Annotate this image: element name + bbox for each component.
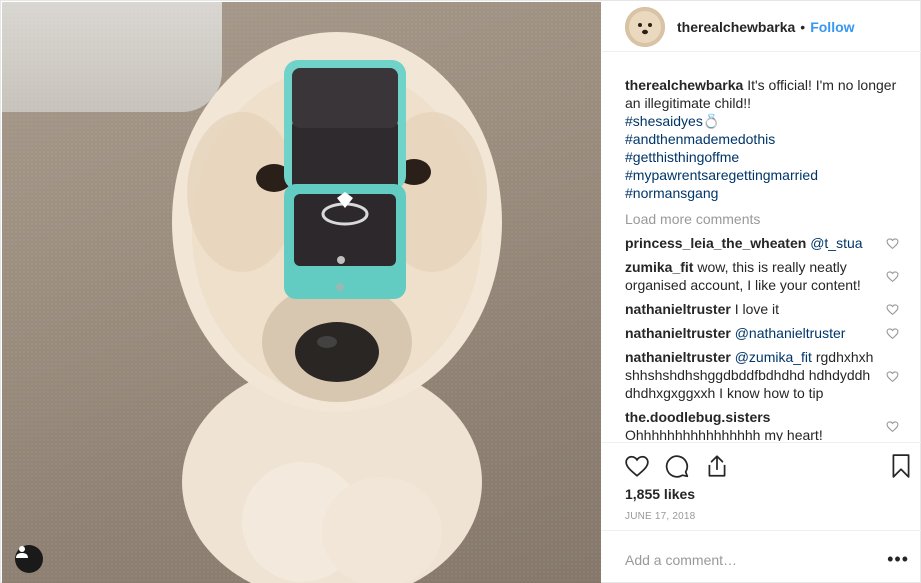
load-more-comments-button[interactable]: Load more comments <box>625 210 905 228</box>
post-date[interactable]: June 17, 2018 <box>625 511 695 522</box>
hashtag[interactable]: #andthenmademedothis <box>625 131 775 147</box>
comment-like-heart-icon[interactable] <box>886 270 899 283</box>
avatar[interactable] <box>625 6 665 47</box>
comment-like-heart-icon[interactable] <box>886 303 899 316</box>
comment-mention[interactable]: @t_stua <box>810 235 862 251</box>
post-author-username[interactable]: therealchewbarka <box>677 19 795 35</box>
comment-username[interactable]: princess_leia_the_wheaten <box>625 235 806 251</box>
add-comment-input[interactable]: Add a comment… <box>625 552 737 568</box>
comment-row: nathanieltruster @zumika_fit rgdhxhxhshh… <box>625 348 905 402</box>
add-comment-section: Add a comment… ••• <box>602 530 921 583</box>
comment-username[interactable]: nathanieltruster <box>625 325 731 341</box>
hashtag[interactable]: #mypawrentsaregettingmarried <box>625 166 905 184</box>
tagged-users-button[interactable] <box>15 545 43 573</box>
comment-like-heart-icon[interactable] <box>886 327 899 340</box>
avatar-dog-icon <box>625 6 665 47</box>
comment-icon[interactable] <box>664 453 690 479</box>
comment-username[interactable]: nathanieltruster <box>625 349 731 365</box>
comment-row: nathanieltruster I love it <box>625 300 905 318</box>
comment-text: I love it <box>734 301 780 317</box>
user-icon <box>16 546 28 558</box>
comments-list[interactable]: therealchewbarka It's official! I'm no l… <box>625 76 905 441</box>
follow-button[interactable]: Follow <box>810 19 854 35</box>
comment-like-heart-icon[interactable] <box>886 237 899 250</box>
bookmark-icon[interactable] <box>888 453 914 479</box>
dog-with-ring-box-illustration <box>172 32 502 583</box>
comment-text: Ohhhhhhhhhhhhhhhh my heart! <box>625 427 823 441</box>
likes-count[interactable]: 1,855 likes <box>625 486 695 502</box>
comment-mention[interactable]: @nathanieltruster <box>735 325 846 341</box>
more-options-button[interactable]: ••• <box>887 549 909 570</box>
hashtag[interactable]: #shesaidyes💍 <box>625 112 905 130</box>
instagram-post: therealchewbarka • Follow therealchewbar… <box>0 0 921 583</box>
share-icon[interactable] <box>704 453 730 479</box>
heart-icon[interactable] <box>624 453 650 479</box>
comment-like-heart-icon[interactable] <box>886 420 899 433</box>
comment-like-heart-icon[interactable] <box>886 370 899 383</box>
post-photo[interactable] <box>2 2 601 583</box>
comment-row: nathanieltruster @nathanieltruster <box>625 324 905 342</box>
post-sidebar: therealchewbarka • Follow therealchewbar… <box>602 2 921 583</box>
comment-row: princess_leia_the_wheaten @t_stua <box>625 234 905 252</box>
separator-dot: • <box>800 18 806 35</box>
comment-mention[interactable]: @zumika_fit <box>735 349 812 365</box>
hashtag[interactable]: #getthisthingoffme <box>625 148 905 166</box>
comment-username[interactable]: the.doodlebug.sisters <box>625 409 770 425</box>
comment-row: the.doodlebug.sisters Ohhhhhhhhhhhhhhhh … <box>625 408 905 441</box>
caption-username[interactable]: therealchewbarka <box>625 77 743 93</box>
comment-username[interactable]: nathanieltruster <box>625 301 731 317</box>
comment-username[interactable]: zumika_fit <box>625 259 693 275</box>
comment-row: zumika_fit wow, this is really neatly or… <box>625 258 905 294</box>
hashtag[interactable]: #normansgang <box>625 184 905 202</box>
post-actions-bar <box>602 442 921 490</box>
post-caption: therealchewbarka It's official! I'm no l… <box>625 76 905 202</box>
post-header: therealchewbarka • Follow <box>602 2 921 52</box>
